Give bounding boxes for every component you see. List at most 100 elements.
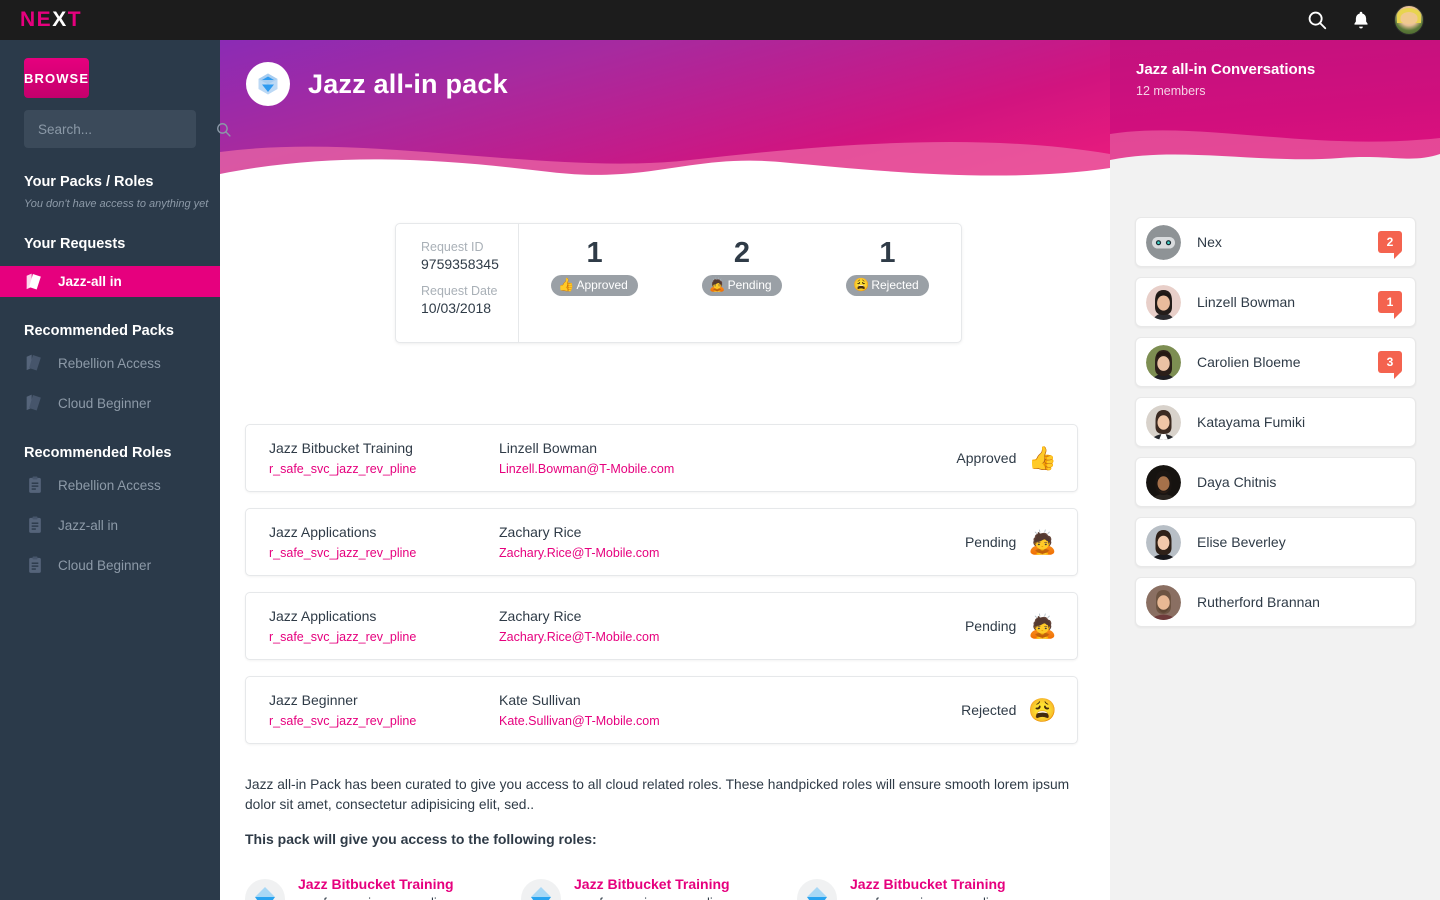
clipboard-icon [29, 556, 41, 573]
hero-wave-decoration [220, 142, 1110, 188]
list-item[interactable]: Linzell Bowman 1 [1135, 277, 1416, 327]
conversation-name: Carolien Bloeme [1197, 354, 1301, 370]
table-row[interactable]: Jazz Applications r_safe_svc_jazz_rev_pl… [245, 592, 1078, 660]
role-card-name: Jazz Bitbucket Training [298, 876, 454, 892]
sidebar-item-jazz-all-in[interactable]: Jazz-all in [0, 266, 220, 297]
role-card[interactable]: Jazz Bitbucket Training r_safe_svc_jazz_… [521, 876, 797, 900]
panel-wave-decoration [1110, 130, 1440, 170]
browse-button[interactable]: BROWSE [24, 58, 90, 98]
person-email: Kate.Sullivan@T-Mobile.com [499, 714, 660, 728]
stat-count: 1 [879, 237, 896, 269]
search-icon[interactable] [1306, 9, 1328, 31]
role-code: r_safe_svc_jazz_rev_pline [269, 462, 417, 476]
avatar [1146, 284, 1181, 320]
role-card[interactable]: Jazz Bitbucket Training r_safe_svc_jazz_… [245, 876, 521, 900]
role-card[interactable]: Jazz Bitbucket Training r_safe_svc_jazz_… [797, 876, 1073, 900]
sidebar-item-label: Rebellion Access [58, 355, 161, 371]
list-item[interactable]: Nex 2 [1135, 217, 1416, 267]
avatar[interactable] [1394, 5, 1424, 35]
list-item[interactable]: Rutherford Brannan [1135, 577, 1416, 627]
robot-icon [1146, 224, 1181, 260]
conversations-panel: Jazz all-in Conversations 12 members Nex… [1110, 40, 1440, 900]
status-badge: 😩 Rejected [846, 274, 929, 296]
conversation-name: Elise Beverley [1197, 534, 1286, 550]
table-row[interactable]: Jazz Applications r_safe_svc_jazz_rev_pl… [245, 508, 1078, 576]
unread-badge: 3 [1378, 351, 1402, 379]
clipboard-icon [29, 476, 41, 493]
diamond-icon [531, 887, 551, 900]
person-avatar-icon [1146, 464, 1181, 500]
pack-hero-banner: Jazz all-in pack [220, 40, 1110, 188]
sidebar-item-jazz-all-in-role[interactable]: Jazz-all in [0, 509, 220, 541]
person-name: Zachary Rice [499, 524, 582, 540]
request-id-value: 9759358345 [421, 256, 499, 272]
pack-description: Jazz all-in Pack has been curated to giv… [245, 777, 1070, 813]
avatar [1146, 464, 1181, 500]
conversation-name: Rutherford Brannan [1197, 594, 1320, 610]
thumbs-up-icon: 👍 [558, 277, 575, 293]
sidebar-item-rebellion-access-role[interactable]: Rebellion Access [0, 469, 220, 501]
table-row[interactable]: Jazz Beginner r_safe_svc_jazz_rev_pline … [245, 676, 1078, 744]
bowing-person-icon: 🙇 [1028, 528, 1057, 555]
section-title-recommended-packs: Recommended Packs [24, 323, 174, 339]
stat-pending: 2 🙇 Pending [702, 237, 782, 296]
person-email: Zachary.Rice@T-Mobile.com [499, 630, 660, 644]
status-badge-label: Approved [576, 278, 628, 293]
clipboard-icon [29, 516, 41, 533]
request-date-value: 10/03/2018 [421, 300, 492, 316]
list-item[interactable]: Carolien Bloeme 3 [1135, 337, 1416, 387]
role-card-code: r_safe_svc_jazz_rev_pline [850, 895, 1006, 900]
list-item[interactable]: Daya Chitnis [1135, 457, 1416, 507]
page-title: Jazz all-in pack [308, 68, 508, 99]
row-role: Jazz Applications r_safe_svc_jazz_rev_pl… [269, 524, 499, 560]
person-name: Kate Sullivan [499, 692, 581, 708]
person-avatar-icon [1146, 404, 1181, 440]
request-date-label: Request Date [421, 284, 498, 298]
app-logo[interactable]: NEXT [20, 8, 82, 32]
thumbs-up-icon: 👍 [1028, 444, 1057, 471]
logo-text-x: X [52, 8, 68, 31]
status-badge-label: Pending [727, 278, 772, 293]
conversation-name: Linzell Bowman [1197, 294, 1296, 310]
role-name: Jazz Applications [269, 524, 377, 540]
roles-lead-text: This pack will give you access to the fo… [245, 831, 597, 847]
section-title-recommended-roles: Recommended Roles [24, 445, 172, 461]
list-item[interactable]: Katayama Fumiki [1135, 397, 1416, 447]
avatar [1146, 524, 1181, 560]
sidebar-item-label: Jazz-all in [58, 517, 119, 533]
conversations-list: Nex 2 Linzell Bowman 1 Carolien Bloeme 3… [1135, 217, 1416, 637]
role-avatar [245, 879, 285, 900]
role-name: Jazz Applications [269, 608, 377, 624]
sidebar-item-rebellion-access-pack[interactable]: Rebellion Access [0, 347, 220, 379]
search-icon[interactable] [215, 121, 232, 138]
stat-count: 1 [586, 237, 603, 269]
role-card-name: Jazz Bitbucket Training [850, 876, 1006, 892]
robot-avatar [1146, 224, 1181, 260]
sidebar-item-cloud-beginner-pack[interactable]: Cloud Beginner [0, 387, 220, 419]
list-item[interactable]: Elise Beverley [1135, 517, 1416, 567]
sidebar-item-label: Jazz-all in [58, 274, 122, 289]
sidebar-search[interactable] [24, 110, 231, 148]
status-badge: 🙇 Pending [702, 274, 782, 296]
sidebar: BROWSE Your Packs / Roles You don't have… [0, 40, 231, 900]
conversation-name: Daya Chitnis [1197, 474, 1277, 490]
row-role: Jazz Beginner r_safe_svc_jazz_rev_pline [269, 692, 499, 728]
conversations-header: Jazz all-in Conversations 12 members [1110, 40, 1440, 170]
stat-approved: 1 👍 Approved [551, 237, 638, 296]
row-person: Linzell Bowman Linzell.Bowman@T-Mobile.c… [499, 440, 956, 476]
bell-icon[interactable] [1350, 9, 1372, 31]
stat-rejected: 1 😩 Rejected [846, 237, 929, 296]
table-row[interactable]: Jazz Bitbucket Training r_safe_svc_jazz_… [245, 424, 1078, 492]
search-input[interactable] [38, 121, 215, 137]
sidebar-item-cloud-beginner-role[interactable]: Cloud Beginner [0, 549, 220, 581]
row-status: Pending 🙇 [965, 612, 1057, 639]
top-navigation-bar: NEXT [0, 0, 1440, 40]
person-avatar-icon [1146, 524, 1181, 560]
stat-count: 2 [733, 237, 751, 269]
pack-icon [26, 394, 41, 411]
status-label: Pending [964, 534, 1017, 550]
role-code: r_safe_svc_jazz_rev_pline [269, 546, 417, 560]
bowing-person-icon: 🙇 [1028, 612, 1057, 639]
request-list: Jazz Bitbucket Training r_safe_svc_jazz_… [245, 424, 1078, 760]
status-badge: 👍 Approved [551, 274, 638, 296]
